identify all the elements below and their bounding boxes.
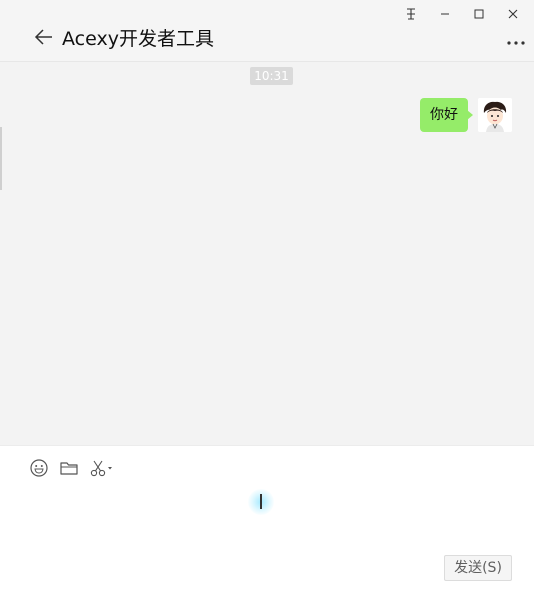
bubble-tail xyxy=(467,110,473,120)
pin-icon xyxy=(405,8,417,20)
maximize-icon xyxy=(474,9,484,19)
back-button[interactable] xyxy=(34,27,54,47)
folder-icon xyxy=(60,460,78,480)
left-edge-bar xyxy=(0,127,2,190)
folder-button[interactable] xyxy=(60,460,78,480)
text-cursor xyxy=(260,494,262,509)
emoji-icon xyxy=(30,459,48,481)
message-timestamp: 10:31 xyxy=(250,67,293,85)
close-icon xyxy=(508,9,518,19)
chat-window: Acexy开发者工具 10:31 你好 发送(S) xyxy=(0,0,534,590)
close-button[interactable] xyxy=(496,4,530,24)
chat-title: Acexy开发者工具 xyxy=(62,28,214,50)
scissors-icon xyxy=(90,459,114,481)
screenshot-button[interactable] xyxy=(90,460,114,480)
message-text: 你好 xyxy=(430,107,458,123)
minimize-icon xyxy=(440,9,450,19)
pin-button[interactable] xyxy=(394,4,428,24)
maximize-button[interactable] xyxy=(462,4,496,24)
more-icon xyxy=(506,31,526,50)
window-controls xyxy=(394,4,530,24)
minimize-button[interactable] xyxy=(428,4,462,24)
chat-header: Acexy开发者工具 xyxy=(0,0,534,62)
message-bubble[interactable]: 你好 xyxy=(420,98,473,132)
more-button[interactable] xyxy=(504,30,528,50)
back-arrow-icon xyxy=(34,29,54,51)
emoji-button[interactable] xyxy=(30,459,48,481)
avatar[interactable] xyxy=(478,98,512,132)
input-area[interactable]: 发送(S) xyxy=(0,445,534,590)
send-button[interactable]: 发送(S) xyxy=(444,555,512,581)
